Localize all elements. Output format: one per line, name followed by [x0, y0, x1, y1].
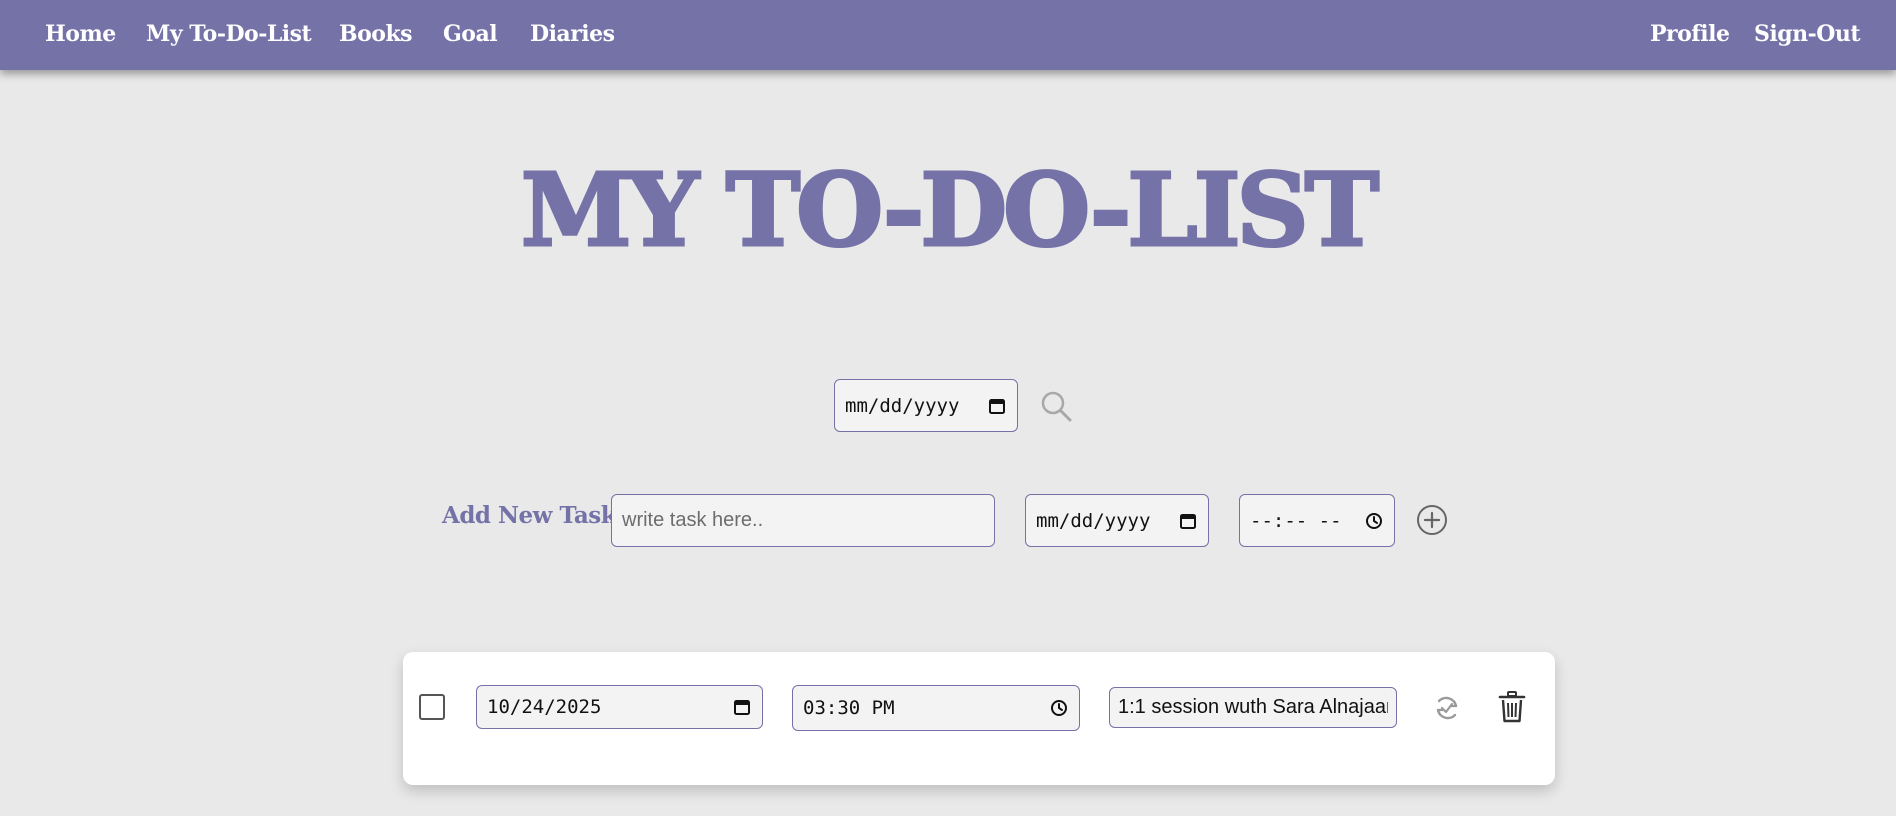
task-time-field[interactable]: 03:30 PM [792, 685, 1080, 731]
nav-todo-link[interactable]: My To-Do-List [146, 20, 312, 48]
task-date-field[interactable]: 10/24/2025 [476, 685, 763, 729]
task-date-input[interactable]: mm/dd/yyyy [1025, 494, 1209, 547]
refresh-check-icon [1436, 696, 1458, 720]
nav-profile-link[interactable]: Profile [1650, 20, 1730, 48]
nav-diaries-link[interactable]: Diaries [530, 20, 615, 48]
task-complete-checkbox[interactable] [419, 694, 445, 720]
task-time-value: 03:30 PM [803, 697, 895, 719]
clock-icon[interactable] [1049, 698, 1069, 718]
nav-signout-link[interactable]: Sign-Out [1754, 20, 1861, 48]
calendar-icon[interactable] [1178, 511, 1198, 531]
task-time-input[interactable]: --:-- -- [1239, 494, 1395, 547]
search-date-placeholder: mm/dd/yyyy [845, 394, 960, 417]
trash-icon [1498, 691, 1526, 723]
page-title: MY TO-DO-LIST [519, 150, 1380, 271]
task-card: 10/24/2025 03:30 PM 1:1 session wuth Sar… [403, 652, 1555, 785]
navbar: Home My To-Do-List Books Goal Diaries Pr… [0, 0, 1896, 70]
plus-circle-icon [1417, 505, 1447, 535]
update-task-button[interactable] [1431, 692, 1463, 724]
task-date-value: 10/24/2025 [487, 696, 602, 718]
nav-books-link[interactable]: Books [339, 20, 413, 48]
task-text-input[interactable]: write task here.. [611, 494, 995, 547]
search-icon[interactable] [1038, 388, 1074, 424]
task-text-field[interactable]: 1:1 session wuth Sara Alnajaar [1109, 687, 1397, 728]
add-task-label: Add New Task [442, 502, 617, 529]
add-task-button[interactable] [1416, 504, 1448, 536]
task-date-placeholder: mm/dd/yyyy [1036, 509, 1151, 532]
nav-goal-link[interactable]: Goal [443, 20, 498, 48]
search-date-input[interactable]: mm/dd/yyyy [834, 379, 1018, 432]
task-time-placeholder: --:-- -- [1250, 509, 1342, 532]
delete-task-button[interactable] [1496, 690, 1528, 724]
calendar-icon[interactable] [732, 697, 752, 717]
nav-home-link[interactable]: Home [45, 20, 116, 48]
clock-icon[interactable] [1364, 511, 1384, 531]
task-text-value: 1:1 session wuth Sara Alnajaar [1118, 696, 1388, 718]
task-text-placeholder: write task here.. [622, 509, 764, 531]
calendar-icon[interactable] [987, 396, 1007, 416]
